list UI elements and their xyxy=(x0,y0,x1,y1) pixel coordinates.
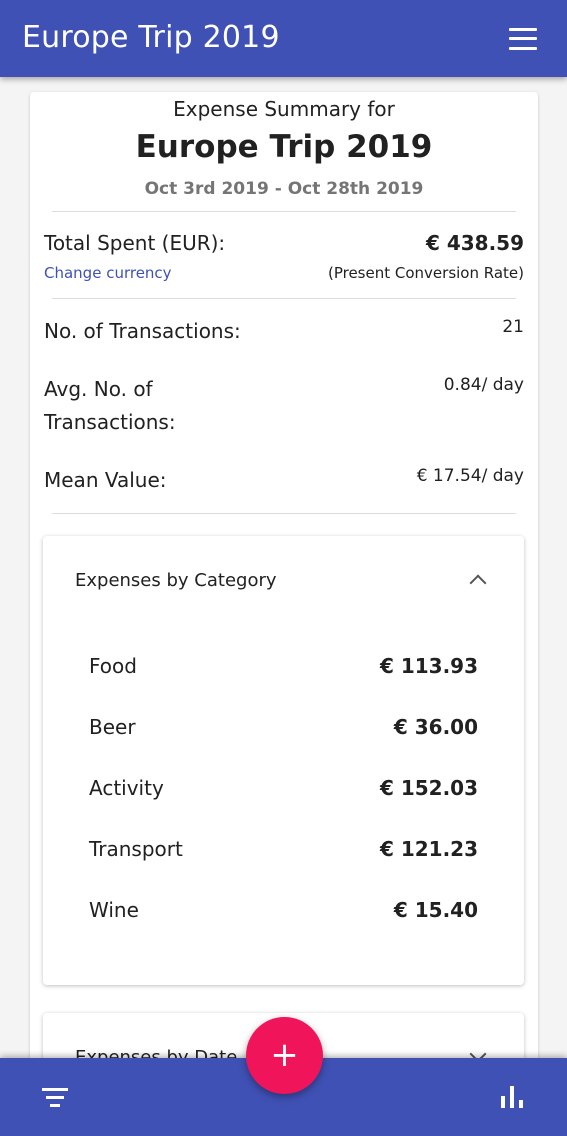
change-currency-link[interactable]: Change currency xyxy=(44,264,172,282)
bar-chart-icon[interactable] xyxy=(501,1086,523,1108)
trip-name: Europe Trip 2019 xyxy=(135,129,433,165)
add-icon: + xyxy=(270,1034,299,1075)
category-amount: € 152.03 xyxy=(379,776,478,800)
app-bar-title: Europe Trip 2019 xyxy=(22,20,280,55)
category-name: Food xyxy=(89,654,137,678)
stat-value: 0.84/ day xyxy=(443,375,524,395)
stat-label: Mean Value: xyxy=(44,468,167,492)
stat-value: 21 xyxy=(502,317,524,337)
stat-label: No. of Transactions: xyxy=(44,319,241,343)
total-spent-value: € 438.59 xyxy=(425,231,524,255)
list-item: Wine € 15.40 xyxy=(89,898,478,959)
stat-label: Avg. No. of Transactions: xyxy=(44,377,176,434)
category-panel-header[interactable]: Expenses by Category xyxy=(43,536,524,624)
conversion-rate-note: (Present Conversion Rate) xyxy=(327,264,524,282)
stat-row-transactions: No. of Transactions: 21 xyxy=(44,315,524,348)
summary-header: Expense Summary for Europe Trip 2019 Oct… xyxy=(44,92,524,200)
category-name: Wine xyxy=(89,898,139,922)
list-item: Transport € 121.23 xyxy=(89,837,478,898)
date-range: Oct 3rd 2019 - Oct 28th 2019 xyxy=(144,179,424,199)
category-name: Transport xyxy=(89,837,183,861)
expense-summary-card: Expense Summary for Europe Trip 2019 Oct… xyxy=(30,92,538,1133)
category-list: Food € 113.93 Beer € 36.00 Activity € 15… xyxy=(43,624,524,959)
app-root: Europe Trip 2019 Expense Summary for Eur… xyxy=(0,0,567,1136)
hamburger-menu-icon[interactable] xyxy=(509,27,537,50)
total-spent-label: Total Spent (EUR): xyxy=(44,231,226,255)
panel-title: Expenses by Category xyxy=(75,569,277,591)
category-name: Beer xyxy=(89,715,136,739)
list-item: Beer € 36.00 xyxy=(89,715,478,776)
add-expense-button[interactable]: + xyxy=(246,1017,323,1094)
category-amount: € 121.23 xyxy=(379,837,478,861)
stat-value: € 17.54/ day xyxy=(416,466,524,486)
divider xyxy=(52,513,516,514)
category-name: Activity xyxy=(89,776,164,800)
filter-icon[interactable] xyxy=(42,1088,68,1108)
category-amount: € 36.00 xyxy=(393,715,478,739)
stats-section: No. of Transactions: 21 Avg. No. of Tran… xyxy=(44,299,524,513)
category-amount: € 113.93 xyxy=(379,654,478,678)
expenses-by-category-panel: Expenses by Category Food € 113.93 Beer … xyxy=(43,536,524,985)
total-spent-section: Total Spent (EUR): € 438.59 Change curre… xyxy=(44,212,524,298)
summary-heading: Expense Summary for xyxy=(173,97,395,121)
top-app-bar: Europe Trip 2019 xyxy=(0,0,567,77)
list-item: Activity € 152.03 xyxy=(89,776,478,837)
stat-row-avg-transactions: Avg. No. of Transactions: 0.84/ day xyxy=(44,373,524,439)
chevron-up-icon[interactable] xyxy=(469,574,487,592)
list-item: Food € 113.93 xyxy=(89,654,478,715)
category-amount: € 15.40 xyxy=(393,898,478,922)
stat-row-mean-value: Mean Value: € 17.54/ day xyxy=(44,464,524,497)
